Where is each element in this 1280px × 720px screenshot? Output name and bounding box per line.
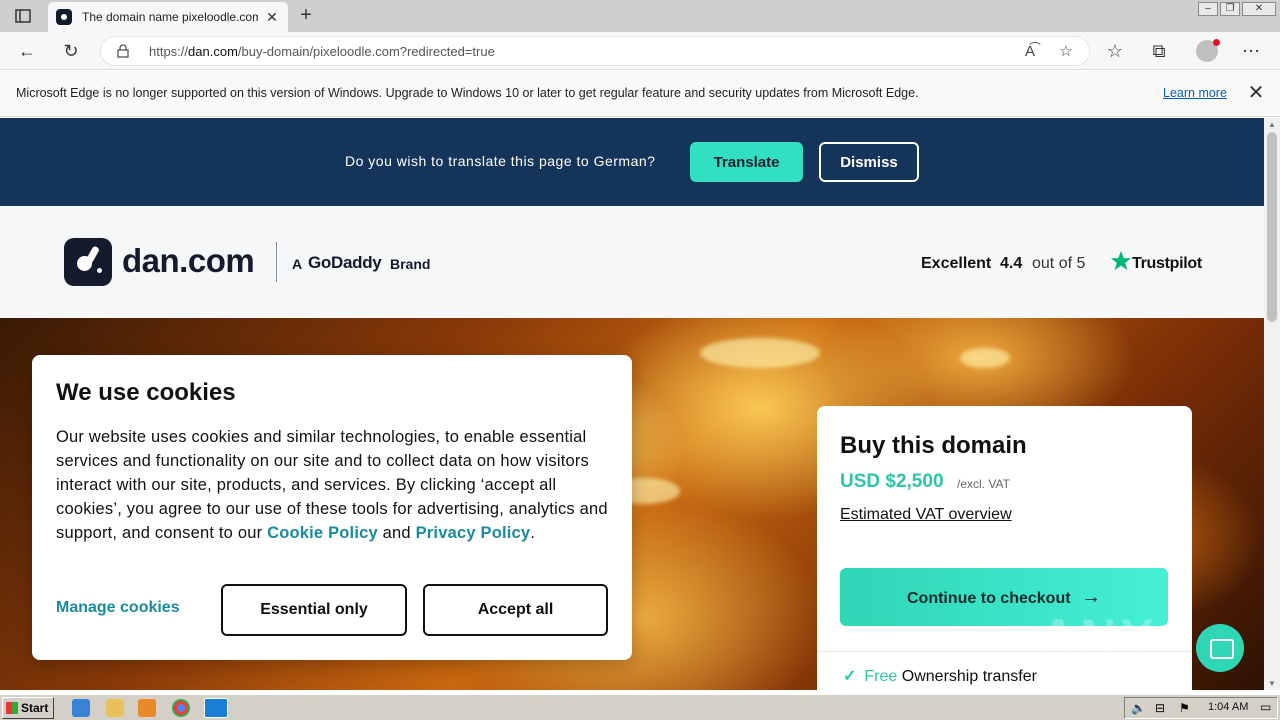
add-favorite-icon[interactable]: ☆ [1055,41,1077,63]
vat-overview-link[interactable]: Estimated VAT overview [840,506,1012,524]
tab-close-icon[interactable]: ✕ [264,9,280,26]
page-scrollbar[interactable]: ▲ ▼ [1264,118,1280,690]
back-icon[interactable]: ← [16,40,38,62]
window-controls: – ❐ ✕ [1198,2,1276,16]
chat-icon[interactable] [1196,624,1244,672]
notice-text: Microsoft Edge is no longer supported on… [16,86,919,100]
price: USD $2,500 [840,471,944,492]
tab-title: The domain name pixeloodle.com [82,10,258,24]
edge-taskbar-icon[interactable] [204,698,228,718]
explorer-icon[interactable] [106,699,124,717]
rating-outof: out of 5 [1032,255,1086,272]
new-tab-icon[interactable]: + [296,4,316,26]
read-aloud-icon[interactable]: A͡ [1019,41,1041,63]
scroll-thumb[interactable] [1267,132,1277,322]
rating-word: Excellent [921,255,992,272]
cookie-policy-link[interactable]: Cookie Policy [267,524,378,542]
cookie-body: Our website uses cookies and similar tec… [56,428,608,542]
feature-ownership-transfer: ✓ Free Ownership transfer [843,668,1037,685]
edge-unsupported-notice: Microsoft Edge is no longer supported on… [0,71,1280,117]
dan-favicon-icon [56,9,72,25]
volume-icon[interactable]: 🔈 [1131,701,1146,715]
essential-only-button[interactable]: Essential only [221,584,407,636]
logo-divider [276,242,277,282]
translate-question: Do you wish to translate this page to Ge… [345,153,656,169]
notification-icon[interactable]: ▭ [1260,700,1271,714]
godaddy-brand: GoDaddy [308,253,382,272]
ie-icon[interactable] [72,699,90,717]
trustpilot-star-icon [1110,250,1132,271]
windows-taskbar: Start 🔈 ⊟ ⚑ 1:04 AM ▭ [0,694,1280,720]
tab-strip: The domain name pixeloodle.com ✕ + – ❐ ✕ [0,0,1280,32]
dan-logo-icon[interactable] [64,238,112,286]
flag-icon[interactable]: ⚑ [1179,701,1190,715]
restore-icon[interactable]: ❐ [1220,2,1240,16]
start-button[interactable]: Start [2,697,54,719]
window-close-icon[interactable]: ✕ [1242,2,1276,16]
network-icon[interactable]: ⊟ [1155,701,1165,715]
accept-all-button[interactable]: Accept all [423,584,608,636]
notice-close-icon[interactable]: ✕ [1246,82,1266,104]
manage-cookies-link[interactable]: Manage cookies [56,599,180,617]
favorites-icon[interactable]: ☆ [1104,40,1126,62]
media-player-icon[interactable] [138,699,156,717]
logo-text[interactable]: dan.com [122,242,255,280]
minimize-icon[interactable]: – [1198,2,1218,16]
dismiss-button[interactable]: Dismiss [819,142,919,182]
address-bar[interactable]: https://dan.com/buy-domain/pixeloodle.co… [100,36,1090,66]
clock: 1:04 AM [1208,701,1249,713]
system-tray: 🔈 ⊟ ⚑ [1124,697,1278,719]
refresh-icon[interactable]: ↻ [60,40,82,62]
tab-actions-icon[interactable] [8,6,38,26]
buy-title: Buy this domain [840,432,1027,459]
profile-avatar[interactable] [1196,39,1220,62]
more-menu-icon[interactable]: ⋯ [1240,40,1262,62]
chrome-icon[interactable] [172,699,190,717]
cookie-consent-dialog: We use cookies Our website uses cookies … [32,355,632,660]
arrow-right-icon: → [1081,585,1101,608]
cookie-title: We use cookies [56,379,236,406]
collections-icon[interactable]: ⧉ [1148,40,1170,62]
url-text: https://dan.com/buy-domain/pixeloodle.co… [149,44,495,59]
scroll-up-icon[interactable]: ▲ [1267,120,1277,129]
check-icon: ✓ [843,668,857,685]
page-viewport: Do you wish to translate this page to Ge… [0,118,1264,690]
privacy-policy-link[interactable]: Privacy Policy [416,524,531,542]
brand-prefix: A [292,256,303,272]
brand-suffix: Brand [390,256,431,272]
learn-more-link[interactable]: Learn more [1163,86,1227,100]
translate-button[interactable]: Translate [690,142,803,182]
browser-toolbar: ← ↻ https://dan.com/buy-domain/pixeloodl… [0,32,1280,70]
trustpilot-logo[interactable]: Trustpilot [1132,255,1202,273]
rating-score: 4.4 [1000,255,1023,272]
site-header: dan.com A GoDaddy Brand Excellent 4.4 ou… [0,206,1264,318]
active-tab[interactable]: The domain name pixeloodle.com ✕ [48,2,288,32]
vat-note: /excl. VAT [957,477,1010,491]
scroll-down-icon[interactable]: ▼ [1267,679,1277,688]
lock-icon [117,44,129,58]
translate-banner: Do you wish to translate this page to Ge… [0,118,1264,206]
